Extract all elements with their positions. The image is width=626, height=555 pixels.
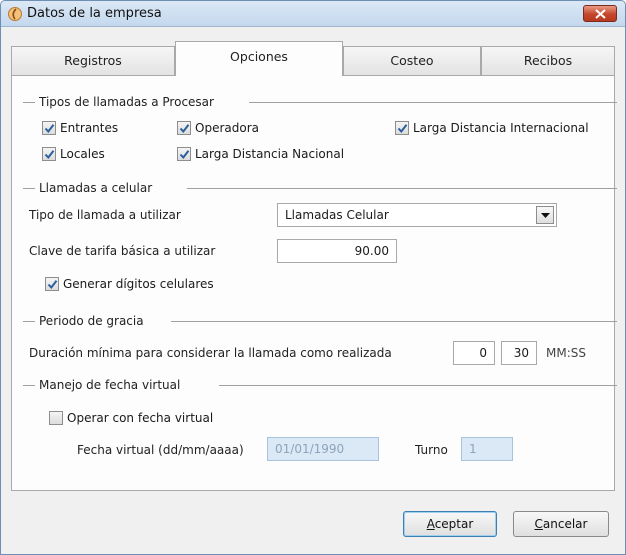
title-bar[interactable]: Datos de la empresa (1, 1, 625, 27)
check-icon (179, 150, 190, 160)
group-tipos-llamadas: Tipos de llamadas a Procesar (23, 95, 617, 109)
check-icon (44, 124, 55, 134)
group-celular-label: Llamadas a celular (39, 181, 153, 195)
aceptar-mnemonic: A (426, 517, 435, 531)
group-gracia-label: Periodo de gracia (39, 314, 144, 328)
fecha-virtual-label: Fecha virtual (dd/mm/aaaa) (77, 443, 244, 457)
window-title: Datos de la empresa (27, 6, 162, 21)
tab-recibos[interactable]: Recibos (481, 46, 615, 75)
aceptar-label: ceptar (434, 517, 474, 531)
tipo-llamada-label: Tipo de llamada a utilizar (29, 208, 181, 222)
fecha-virtual-input[interactable]: 01/01/1990 (267, 437, 379, 461)
tab-opciones[interactable]: Opciones (175, 41, 343, 76)
group-fecha-virtual: Manejo de fecha virtual (23, 378, 617, 392)
check-icon (179, 124, 190, 134)
check-icon (44, 150, 55, 160)
checkbox-operadora[interactable]: Operadora (177, 121, 259, 135)
checkbox-box[interactable] (177, 121, 191, 135)
cancelar-button[interactable]: Cancelar (513, 511, 609, 537)
checkbox-box[interactable] (45, 277, 59, 291)
checkbox-label: Entrantes (60, 121, 119, 135)
checkbox-label: Larga Distancia Internacional (413, 121, 589, 135)
checkbox-box[interactable] (42, 147, 56, 161)
duracion-label: Duración mínima para considerar la llama… (29, 346, 392, 360)
checkbox-larga-internacional[interactable]: Larga Distancia Internacional (395, 121, 589, 135)
chevron-down-icon (541, 213, 550, 218)
tipo-llamada-value: Llamadas Celular (285, 208, 389, 222)
checkbox-label: Locales (60, 147, 105, 161)
checkbox-locales[interactable]: Locales (42, 147, 105, 161)
dropdown-button[interactable] (536, 206, 554, 224)
check-icon (397, 124, 408, 134)
clave-tarifa-label: Clave de tarifa básica a utilizar (29, 244, 216, 258)
group-llamadas-celular: Llamadas a celular (23, 181, 617, 195)
cancelar-label: ancelar (542, 517, 588, 531)
duracion-ss-input[interactable]: 30 (501, 341, 537, 365)
close-icon (595, 9, 606, 19)
checkbox-box[interactable] (395, 121, 409, 135)
tab-registros[interactable]: Registros (11, 46, 175, 75)
checkbox-label: Generar dígitos celulares (63, 277, 214, 291)
checkbox-box[interactable] (42, 121, 56, 135)
checkbox-label: Operadora (195, 121, 259, 135)
checkbox-generar-digitos[interactable]: Generar dígitos celulares (45, 277, 214, 291)
dialog-window: Datos de la empresa Registros Opciones C… (0, 0, 626, 555)
checkbox-box[interactable] (49, 411, 63, 425)
clave-tarifa-input[interactable]: 90.00 (277, 239, 397, 263)
turno-input[interactable]: 1 (461, 437, 513, 461)
check-icon (47, 280, 58, 290)
duracion-unit: MM:SS (546, 346, 586, 360)
group-tipos-label: Tipos de llamadas a Procesar (39, 95, 214, 109)
cancelar-mnemonic: C (534, 517, 543, 531)
group-periodo-gracia: Periodo de gracia (23, 314, 617, 328)
tab-costeo[interactable]: Costeo (343, 46, 481, 75)
checkbox-label: Operar con fecha virtual (67, 411, 214, 425)
checkbox-box[interactable] (177, 147, 191, 161)
checkbox-operar-fecha-virtual[interactable]: Operar con fecha virtual (49, 411, 213, 425)
checkbox-entrantes[interactable]: Entrantes (42, 121, 118, 135)
duracion-mm-input[interactable]: 0 (453, 341, 495, 365)
group-virtual-label: Manejo de fecha virtual (39, 378, 181, 392)
aceptar-button[interactable]: Aceptar (403, 511, 497, 537)
app-logo-icon (8, 7, 22, 21)
tipo-llamada-select[interactable]: Llamadas Celular (277, 203, 557, 227)
close-button[interactable] (583, 5, 617, 22)
checkbox-label: Larga Distancia Nacional (195, 147, 345, 161)
checkbox-larga-nacional[interactable]: Larga Distancia Nacional (177, 147, 344, 161)
turno-label: Turno (415, 443, 448, 457)
